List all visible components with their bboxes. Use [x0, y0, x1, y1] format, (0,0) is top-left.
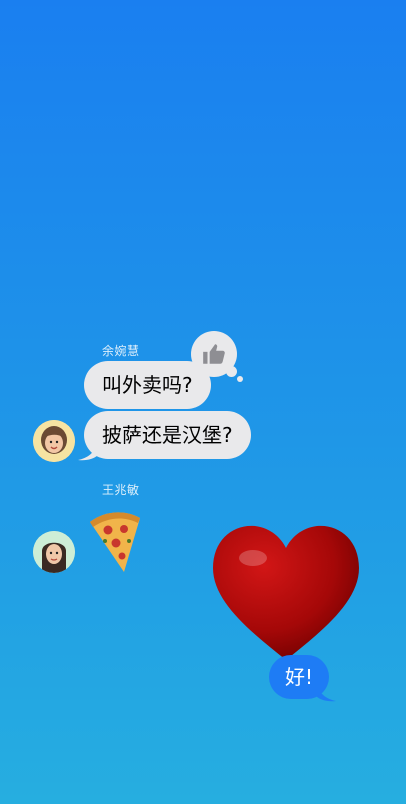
message-bubble-2[interactable]: 披萨还是汉堡? [84, 411, 251, 459]
pizza-icon[interactable] [86, 508, 142, 574]
red-heart-icon[interactable] [211, 522, 361, 662]
tapback-tail-dot-2 [237, 376, 243, 382]
thumbs-up-icon [203, 344, 225, 364]
avatar-1[interactable] [33, 420, 75, 462]
sender-name-2: 王兆敏 [102, 483, 140, 497]
memoji-avatar-2 [33, 531, 75, 573]
avatar-2[interactable] [33, 531, 75, 573]
message-bubble-1[interactable]: 叫外卖吗? [84, 361, 211, 409]
sender-name-1: 余婉慧 [102, 344, 140, 358]
tapback-thumbs-up[interactable] [191, 331, 237, 377]
memoji-avatar-1 [33, 420, 75, 462]
outgoing-message-bubble[interactable]: 好! [269, 655, 330, 699]
